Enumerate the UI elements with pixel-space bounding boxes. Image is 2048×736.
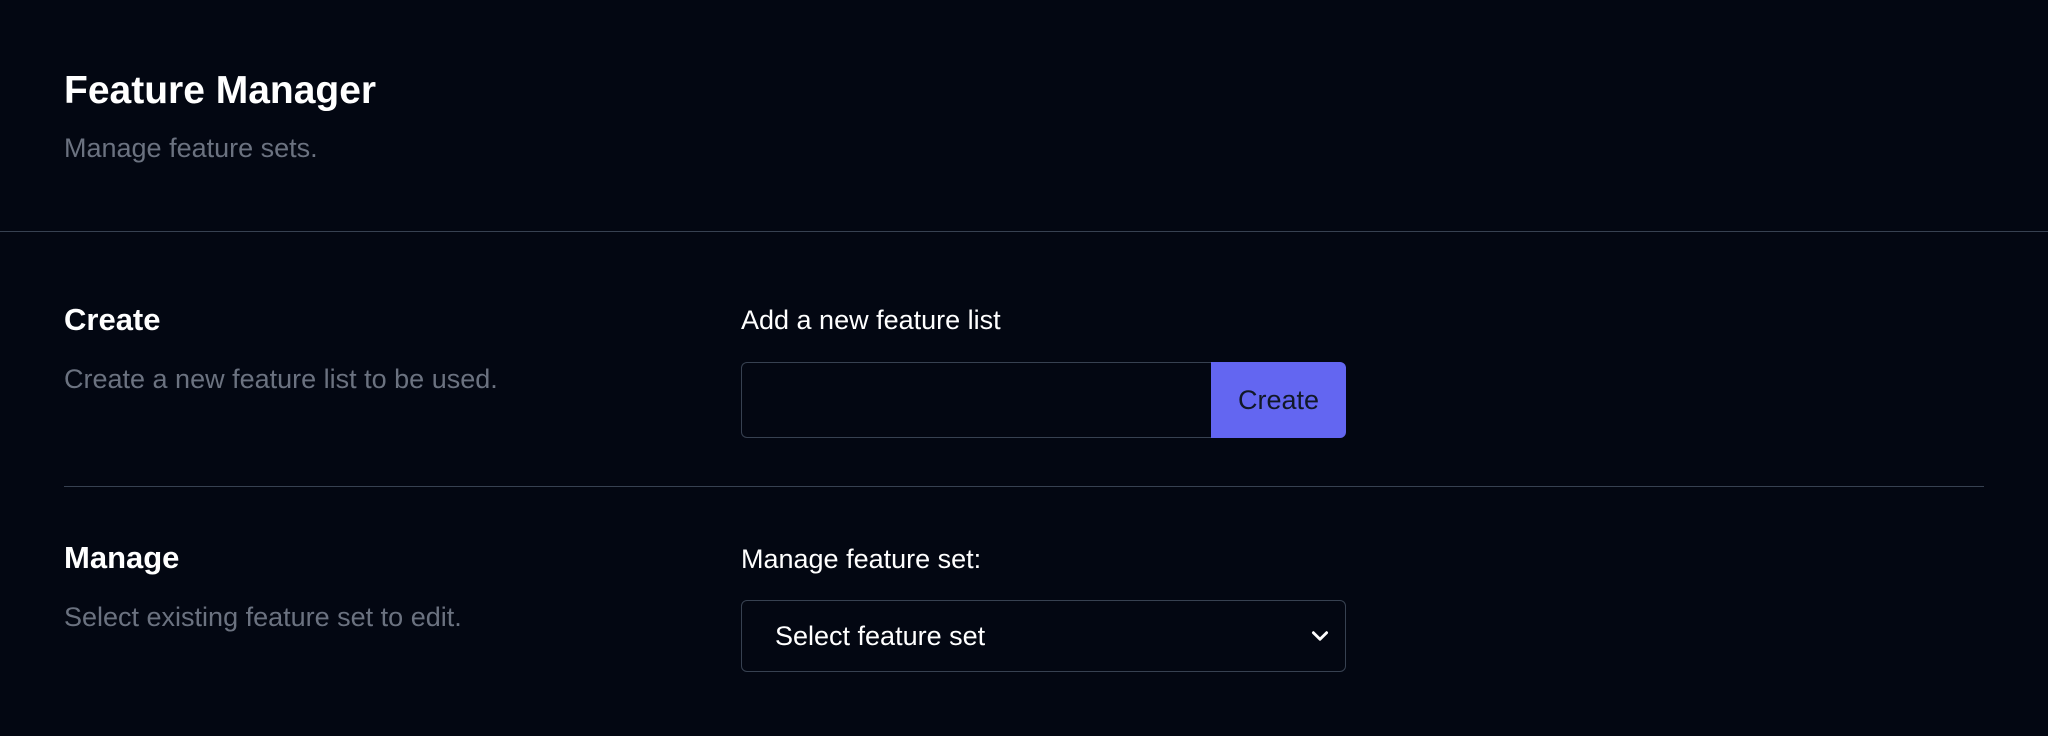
page-subtitle: Manage feature sets. [64, 133, 318, 163]
manage-section-title: Manage [64, 540, 180, 575]
page-header: Feature Manager Manage feature sets. [0, 0, 2048, 232]
feature-set-select[interactable]: Select feature set [741, 600, 1346, 672]
section-divider [64, 486, 1984, 487]
create-button[interactable]: Create [1211, 362, 1346, 438]
feature-set-select-value: Select feature set [775, 621, 986, 651]
manage-feature-set-label: Manage feature set: [741, 544, 982, 574]
create-section-description: Create a new feature list to be used. [64, 364, 498, 394]
chevron-down-icon [1311, 631, 1329, 641]
add-feature-list-label: Add a new feature list [741, 305, 1001, 335]
feature-list-name-input[interactable] [741, 362, 1211, 438]
create-section-title: Create [64, 302, 161, 337]
feature-manager-page: Feature Manager Manage feature sets. Cre… [0, 0, 2048, 736]
page-title: Feature Manager [64, 69, 377, 112]
manage-section-description: Select existing feature set to edit. [64, 602, 462, 632]
